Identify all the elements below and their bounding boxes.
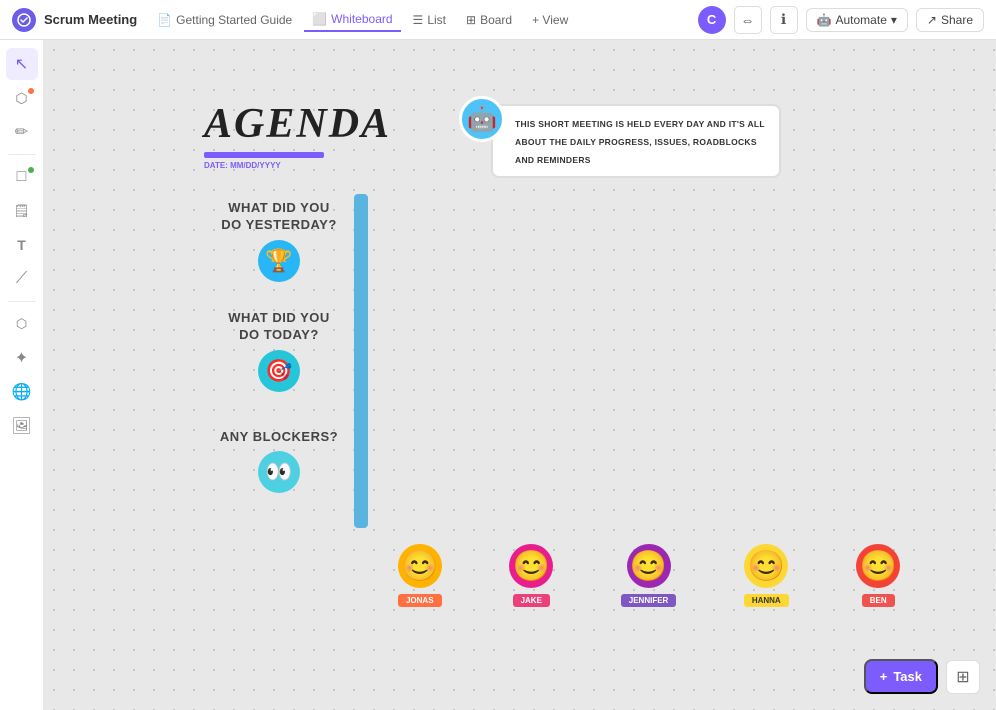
sidebar-item-image[interactable]: 🖼 [6, 410, 38, 442]
expand-icon[interactable]: ⇔ [734, 6, 762, 34]
shape-icon: □ [17, 168, 27, 186]
sidebar-item-shape[interactable]: □ [6, 161, 38, 193]
sidebar-divider-1 [8, 154, 36, 155]
grid-icon: ⊞ [956, 667, 969, 687]
shape-dot [28, 167, 34, 173]
avatar-jake: 😊 JAKE [509, 544, 553, 607]
pen-icon: ✏ [15, 122, 28, 142]
sidebar: ↖ ⬡ ✏ □ 🗒 T ⟋ ⬡ ✦ 🌐 [0, 40, 44, 710]
sidebar-item-cursor[interactable]: ↖ [6, 48, 38, 80]
plus-icon: + [880, 669, 888, 684]
grid-cell-1-5[interactable] [364, 196, 366, 306]
cursor-icon: ↖ [15, 54, 28, 74]
tab-list[interactable]: ☰ List [405, 9, 454, 31]
sidebar-item-line[interactable]: ⟋ [6, 263, 38, 295]
automate-button[interactable]: 🤖 Automate ▾ [806, 8, 908, 32]
line-icon: ⟋ [16, 270, 27, 288]
info-bubble: THIS SHORT MEETING IS HELD EVERY DAY AND… [491, 104, 781, 178]
share-button[interactable]: ↗ Share [916, 8, 984, 32]
share-icon: ↗ [927, 13, 937, 27]
avatar-hanna: 😊 HANNA [744, 544, 789, 607]
paint-icon: ⬡ [15, 90, 27, 107]
task-button[interactable]: + Task [864, 659, 938, 694]
text-icon: T [17, 237, 26, 253]
row-icon-blockers: 👀 [258, 451, 300, 493]
mascot-icon: 🤖 [459, 96, 505, 142]
image-icon: 🖼 [11, 416, 31, 436]
avatar-ben: 😊 BEN [856, 544, 900, 607]
sticky-grid [354, 194, 368, 528]
whiteboard-content: AGENDA DATE: MM/DD/YYYY 🤖 THIS SHORT MEE… [204, 100, 944, 607]
avatar-face-jake: 😊 [509, 544, 553, 588]
row-label-yesterday-text: WHAT DID YOUDO YESTERDAY? [221, 200, 337, 234]
sidebar-item-sticky[interactable]: 🗒 [6, 195, 38, 227]
avatar-name-ben: BEN [862, 594, 895, 607]
list-icon: ☰ [413, 13, 424, 27]
avatar-face-jennifer: 😊 [627, 544, 671, 588]
sidebar-item-text[interactable]: T [6, 229, 38, 261]
avatar-name-jonas: JONAS [398, 594, 442, 607]
sidebar-divider-2 [8, 301, 36, 302]
grid-view-button[interactable]: ⊞ [946, 660, 980, 694]
row-icon-yesterday: 🏆 [258, 240, 300, 282]
sidebar-item-connect[interactable]: ⬡ [6, 308, 38, 340]
sidebar-item-pen[interactable]: ✏ [6, 116, 38, 148]
avatar-face-hanna: 😊 [744, 544, 788, 588]
connect-icon: ⬡ [16, 316, 27, 332]
avatar-jonas: 😊 JONAS [398, 544, 442, 607]
avatar-name-jennifer: JENNIFER [621, 594, 677, 607]
sidebar-item-template[interactable]: ✦ [6, 342, 38, 374]
avatar-jennifer: 😊 JENNIFER [621, 544, 677, 607]
whiteboard-icon: ⬜ [312, 12, 327, 26]
tab-whiteboard[interactable]: ⬜ Whiteboard [304, 8, 400, 32]
user-avatar[interactable]: C [698, 6, 726, 34]
row-icon-today: 🎯 [258, 350, 300, 392]
board-icon: ⊞ [466, 13, 476, 27]
row-label-today: WHAT DID YOUDO TODAY? 🎯 [204, 296, 354, 406]
row-label-blockers-text: ANY BLOCKERS? [220, 429, 338, 446]
app-logo [12, 8, 36, 32]
sidebar-item-paint[interactable]: ⬡ [6, 82, 38, 114]
header-right: C ⇔ ℹ 🤖 Automate ▾ ↗ Share [698, 6, 984, 34]
header: Scrum Meeting 📄 Getting Started Guide ⬜ … [0, 0, 996, 40]
agenda-title: AGENDA [204, 100, 391, 148]
avatar-face-ben: 😊 [856, 544, 900, 588]
row-label-today-text: WHAT DID YOUDO TODAY? [228, 310, 330, 344]
add-view-button[interactable]: + View [524, 9, 576, 31]
globe-icon: 🌐 [12, 382, 32, 402]
automate-icon: 🤖 [817, 13, 832, 27]
grid-cell-3-5[interactable] [364, 416, 366, 526]
tab-getting-started[interactable]: 📄 Getting Started Guide [149, 9, 300, 31]
bottom-right-controls: + Task ⊞ [864, 659, 980, 694]
chevron-down-icon: ▾ [891, 13, 897, 27]
avatar-name-hanna: HANNA [744, 594, 789, 607]
avatars-row: 😊 JONAS 😊 JAKE 😊 JENNIFER 😊 HANNA 😊 [354, 544, 944, 607]
info-icon[interactable]: ℹ [770, 6, 798, 34]
avatar-face-jonas: 😊 [398, 544, 442, 588]
canvas[interactable]: AGENDA DATE: MM/DD/YYYY 🤖 THIS SHORT MEE… [44, 40, 996, 710]
doc-icon: 📄 [157, 13, 172, 27]
agenda-date-bar [204, 152, 324, 158]
template-icon: ✦ [15, 348, 28, 368]
row-labels: WHAT DID YOUDO YESTERDAY? 🏆 WHAT DID YOU… [204, 186, 354, 516]
sidebar-item-globe[interactable]: 🌐 [6, 376, 38, 408]
paint-dot [28, 88, 34, 94]
grid-cell-2-5[interactable] [364, 306, 366, 416]
avatar-name-jake: JAKE [513, 594, 550, 607]
row-label-yesterday: WHAT DID YOUDO YESTERDAY? 🏆 [204, 186, 354, 296]
tab-board[interactable]: ⊞ Board [458, 9, 520, 31]
sticky-icon: 🗒 [13, 203, 30, 219]
date-label: DATE: MM/DD/YYYY [204, 161, 391, 170]
row-label-blockers: ANY BLOCKERS? 👀 [204, 406, 354, 516]
main-layout: ↖ ⬡ ✏ □ 🗒 T ⟋ ⬡ ✦ 🌐 [0, 40, 996, 710]
project-name: Scrum Meeting [44, 12, 137, 27]
